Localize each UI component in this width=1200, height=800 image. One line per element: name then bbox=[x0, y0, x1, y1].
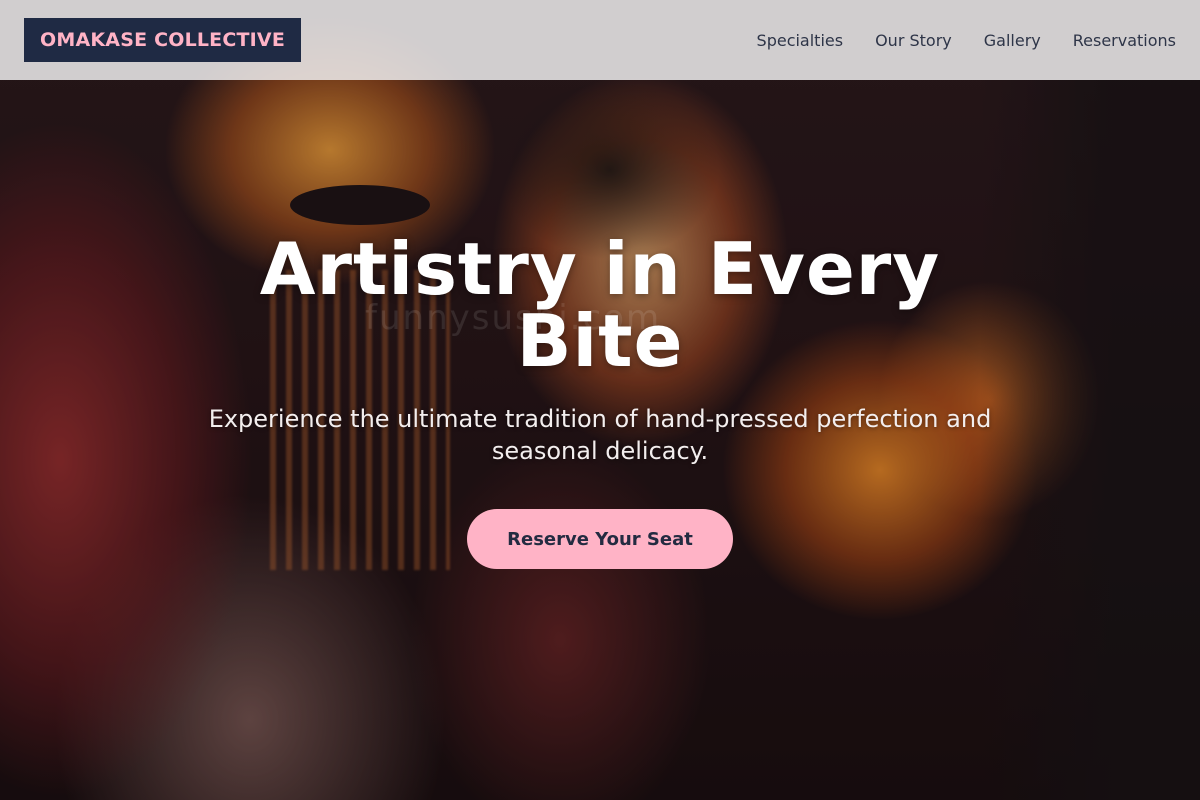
site-header: OMAKASE COLLECTIVE Specialties Our Story… bbox=[0, 0, 1200, 80]
reserve-seat-button[interactable]: Reserve Your Seat bbox=[467, 509, 733, 569]
hero-title: Artistry in Every Bite bbox=[259, 227, 941, 383]
nav-link-specialties[interactable]: Specialties bbox=[757, 31, 844, 50]
nav-link-our-story[interactable]: Our Story bbox=[875, 31, 952, 50]
nav-link-reservations[interactable]: Reservations bbox=[1073, 31, 1176, 50]
hero-subtitle: Experience the ultimate tradition of han… bbox=[208, 405, 992, 465]
page: OMAKASE COLLECTIVE Specialties Our Story… bbox=[0, 0, 1200, 800]
site-logo[interactable]: OMAKASE COLLECTIVE bbox=[24, 18, 302, 62]
nav-link-gallery[interactable]: Gallery bbox=[984, 31, 1041, 50]
main-nav: Specialties Our Story Gallery Reservatio… bbox=[757, 31, 1176, 50]
hero-section: Artistry in Every Bite Experience the ul… bbox=[0, 80, 1200, 800]
